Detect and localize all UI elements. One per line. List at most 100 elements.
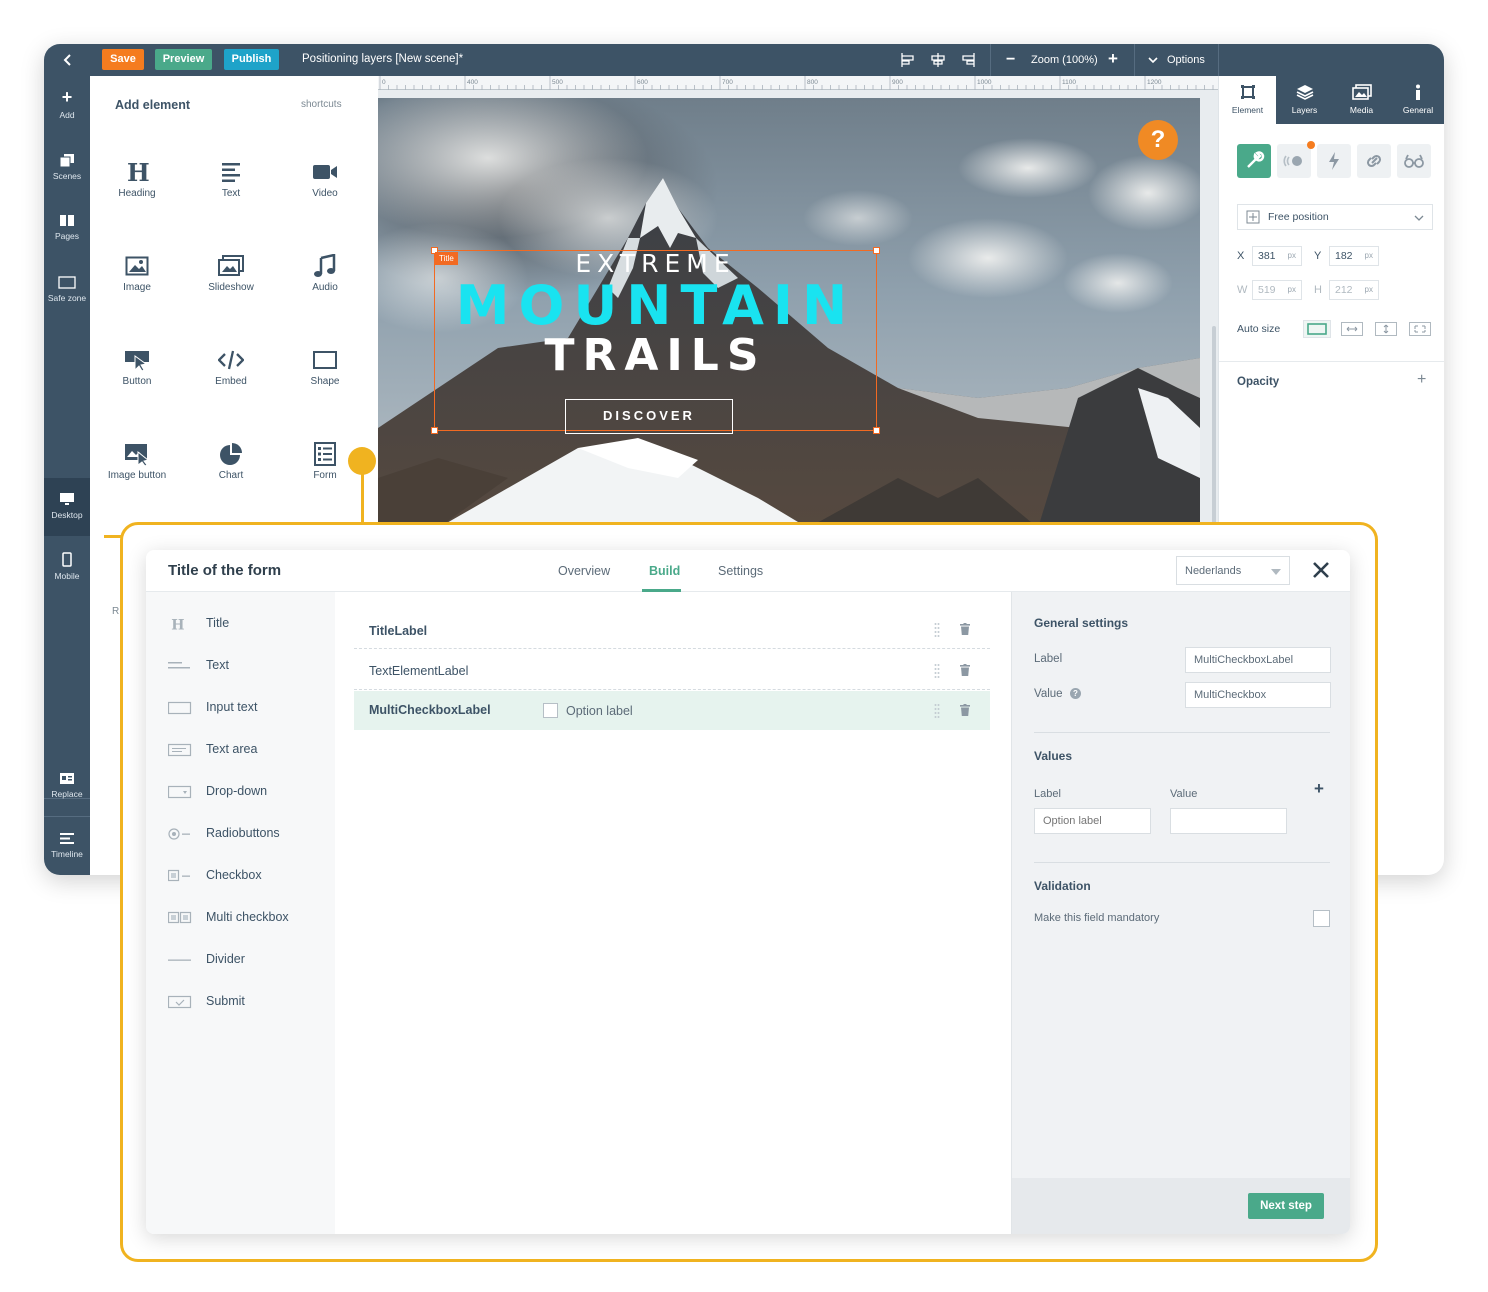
image-icon <box>125 256 149 276</box>
animation-tool[interactable] <box>1277 144 1311 178</box>
zoom-out-icon[interactable]: − <box>1006 51 1015 69</box>
tab-build[interactable]: Build <box>649 564 680 578</box>
save-button[interactable]: Save <box>102 49 144 70</box>
x-input[interactable]: 381 px <box>1252 246 1302 266</box>
drag-handle-icon[interactable] <box>934 703 940 722</box>
trash-icon[interactable] <box>960 623 970 638</box>
add-value-button[interactable]: + <box>1314 779 1324 799</box>
element-video[interactable]: Video <box>278 160 372 199</box>
element-image[interactable]: Image <box>90 254 184 293</box>
h-label: H <box>1314 284 1322 296</box>
discover-button[interactable]: DISCOVER <box>565 399 733 434</box>
rail-pages[interactable]: Pages <box>44 214 90 241</box>
align-right-icon[interactable] <box>960 52 976 71</box>
align-center-icon[interactable] <box>930 52 946 71</box>
scene-preview[interactable]: Title EXTREME MOUNTAIN TRAILS DISCOVER ? <box>378 98 1200 528</box>
drag-handle-icon[interactable] <box>934 663 940 682</box>
help-button[interactable]: ? <box>1138 120 1178 160</box>
safe-zone-icon <box>58 276 76 289</box>
w-input[interactable]: 519 px <box>1252 280 1302 300</box>
submit-icon <box>168 995 192 1009</box>
help-icon[interactable]: ? <box>1070 688 1081 699</box>
rail-safe-zone[interactable]: Safe zone <box>44 276 90 303</box>
form-field-row[interactable]: TextElementLabel <box>354 651 990 690</box>
rail-scenes[interactable]: Scenes <box>44 154 90 181</box>
auto-size-width-icon[interactable] <box>1341 322 1363 341</box>
element-heading[interactable]: H Heading <box>90 160 184 199</box>
element-shape[interactable]: Shape <box>278 348 372 387</box>
element-video-label: Video <box>312 188 338 199</box>
tab-general[interactable]: General <box>1390 76 1444 124</box>
trash-icon[interactable] <box>960 664 970 679</box>
rail-replace[interactable]: Replace <box>44 772 90 799</box>
back-icon[interactable] <box>60 52 76 68</box>
label-input[interactable]: MultiCheckboxLabel <box>1185 647 1331 673</box>
selection-handle[interactable] <box>873 427 880 434</box>
canvas-scrollbar[interactable] <box>1212 326 1216 526</box>
rail-safe-zone-label: Safe zone <box>47 293 87 303</box>
tab-media[interactable]: Media <box>1333 76 1390 124</box>
rail-timeline-label: Timeline <box>51 849 83 859</box>
tab-settings[interactable]: Settings <box>718 564 763 578</box>
drag-handle-icon[interactable] <box>934 622 940 641</box>
link-tool[interactable] <box>1357 144 1391 178</box>
element-chart[interactable]: Chart <box>184 442 278 481</box>
auto-size-both-icon[interactable] <box>1409 322 1431 341</box>
publish-button[interactable]: Publish <box>224 49 279 70</box>
dialog-header: Title of the form Overview Build Setting… <box>146 550 1350 592</box>
form-field-row-selected[interactable]: MultiCheckboxLabel Option label <box>354 691 990 730</box>
visibility-tool[interactable] <box>1397 144 1431 178</box>
tab-element-label: Element <box>1231 105 1264 115</box>
h-input[interactable]: 212 px <box>1329 280 1379 300</box>
element-text[interactable]: Text <box>184 160 278 199</box>
tab-layers[interactable]: Layers <box>1276 76 1333 124</box>
shortcuts-link[interactable]: shortcuts <box>301 99 342 110</box>
form-field-row[interactable]: TitleLabel <box>354 610 990 649</box>
action-tool[interactable] <box>1317 144 1351 178</box>
rail-desktop[interactable]: Desktop <box>44 492 90 520</box>
rail-timeline[interactable]: Timeline <box>44 832 90 859</box>
rail-mobile[interactable]: Mobile <box>44 552 90 581</box>
selection-handle[interactable] <box>431 427 438 434</box>
general-settings-heading: General settings <box>1034 616 1129 630</box>
auto-size-fixed-icon[interactable] <box>1303 320 1331 343</box>
element-slideshow[interactable]: Slideshow <box>184 254 278 293</box>
chevron-down-icon[interactable] <box>1148 54 1158 68</box>
element-audio[interactable]: Audio <box>278 254 372 293</box>
option-value-input[interactable] <box>1170 808 1287 834</box>
element-embed[interactable]: Embed <box>184 348 278 387</box>
tab-media-label: Media <box>1349 105 1374 115</box>
rail-add[interactable]: + Add <box>44 88 90 120</box>
next-step-button[interactable]: Next step <box>1248 1193 1324 1219</box>
value-input[interactable]: MultiCheckbox <box>1185 682 1331 708</box>
tab-element[interactable]: Element <box>1219 76 1276 124</box>
field-label: MultiCheckboxLabel <box>369 703 491 717</box>
option-checkbox[interactable] <box>543 703 558 718</box>
y-label: Y <box>1314 250 1322 262</box>
element-image-button[interactable]: Image button <box>90 442 184 481</box>
option-label-input[interactable] <box>1034 808 1151 834</box>
y-input[interactable]: 182 px <box>1329 246 1379 266</box>
ruler-label: 400 <box>467 79 478 86</box>
language-select[interactable]: Nederlands <box>1176 556 1290 585</box>
palette-title-label: Title <box>206 616 230 630</box>
wrench-tool[interactable] <box>1237 144 1271 178</box>
trash-icon[interactable] <box>960 704 970 719</box>
connector-dot <box>348 447 376 475</box>
close-icon[interactable] <box>1312 561 1330 584</box>
mandatory-checkbox[interactable] <box>1313 910 1330 927</box>
zoom-in-icon[interactable]: + <box>1108 49 1118 69</box>
align-left-icon[interactable] <box>900 52 916 71</box>
notification-dot <box>1307 141 1315 149</box>
position-mode-select[interactable]: Free position <box>1237 204 1433 230</box>
tab-overview[interactable]: Overview <box>558 564 610 578</box>
element-button[interactable]: Button <box>90 348 184 387</box>
input-icon <box>168 701 192 715</box>
options-menu[interactable]: Options <box>1167 54 1205 66</box>
auto-size-height-icon[interactable] <box>1375 322 1397 341</box>
preview-button[interactable]: Preview <box>155 49 212 70</box>
link-icon <box>1366 154 1382 168</box>
opacity-heading: Opacity <box>1237 376 1280 388</box>
opacity-add-button[interactable]: + <box>1417 371 1426 389</box>
value-field-label: Value <box>1034 688 1063 700</box>
